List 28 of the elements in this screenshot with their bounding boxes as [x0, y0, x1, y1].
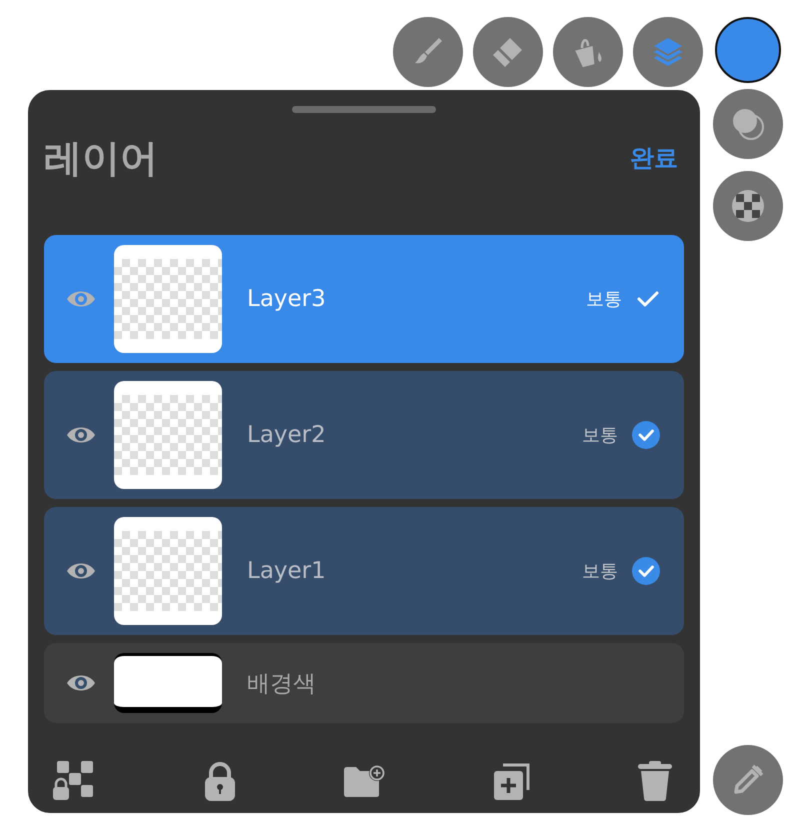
- layer-row[interactable]: Layer1 보통: [44, 507, 684, 635]
- layer-name: Layer2: [247, 422, 327, 448]
- eye-icon[interactable]: [66, 561, 96, 581]
- checkmark-icon[interactable]: [636, 289, 660, 309]
- eye-icon[interactable]: [66, 673, 96, 693]
- checkmark-circle-icon[interactable]: [632, 421, 660, 449]
- panel-title: 레이어: [44, 134, 158, 182]
- duplicate-plus-icon: [492, 762, 531, 800]
- layer-name: Layer3: [247, 286, 327, 312]
- blend-mode[interactable]: 보통: [582, 423, 618, 447]
- folder-plus-icon: [344, 764, 386, 798]
- lock-button[interactable]: [204, 761, 236, 801]
- trash-icon: [638, 761, 672, 801]
- layer-row[interactable]: Layer3 보통: [44, 235, 684, 363]
- background-layer-row[interactable]: 배경색: [44, 643, 684, 723]
- drag-handle[interactable]: [292, 106, 436, 113]
- checkmark-circle-icon[interactable]: [632, 557, 660, 585]
- eye-icon[interactable]: [66, 425, 96, 445]
- blend-mode[interactable]: 보통: [582, 559, 618, 583]
- blend-mode[interactable]: 보통: [586, 287, 622, 311]
- layer-name: Layer1: [247, 558, 327, 584]
- new-group-button[interactable]: [344, 764, 386, 798]
- lock-icon: [204, 761, 236, 801]
- delete-button[interactable]: [638, 761, 672, 801]
- layer-row[interactable]: Layer2 보통: [44, 371, 684, 499]
- done-button[interactable]: 완료: [630, 142, 678, 174]
- duplicate-layer-button[interactable]: [492, 762, 531, 800]
- layer-name: 배경색: [247, 670, 317, 698]
